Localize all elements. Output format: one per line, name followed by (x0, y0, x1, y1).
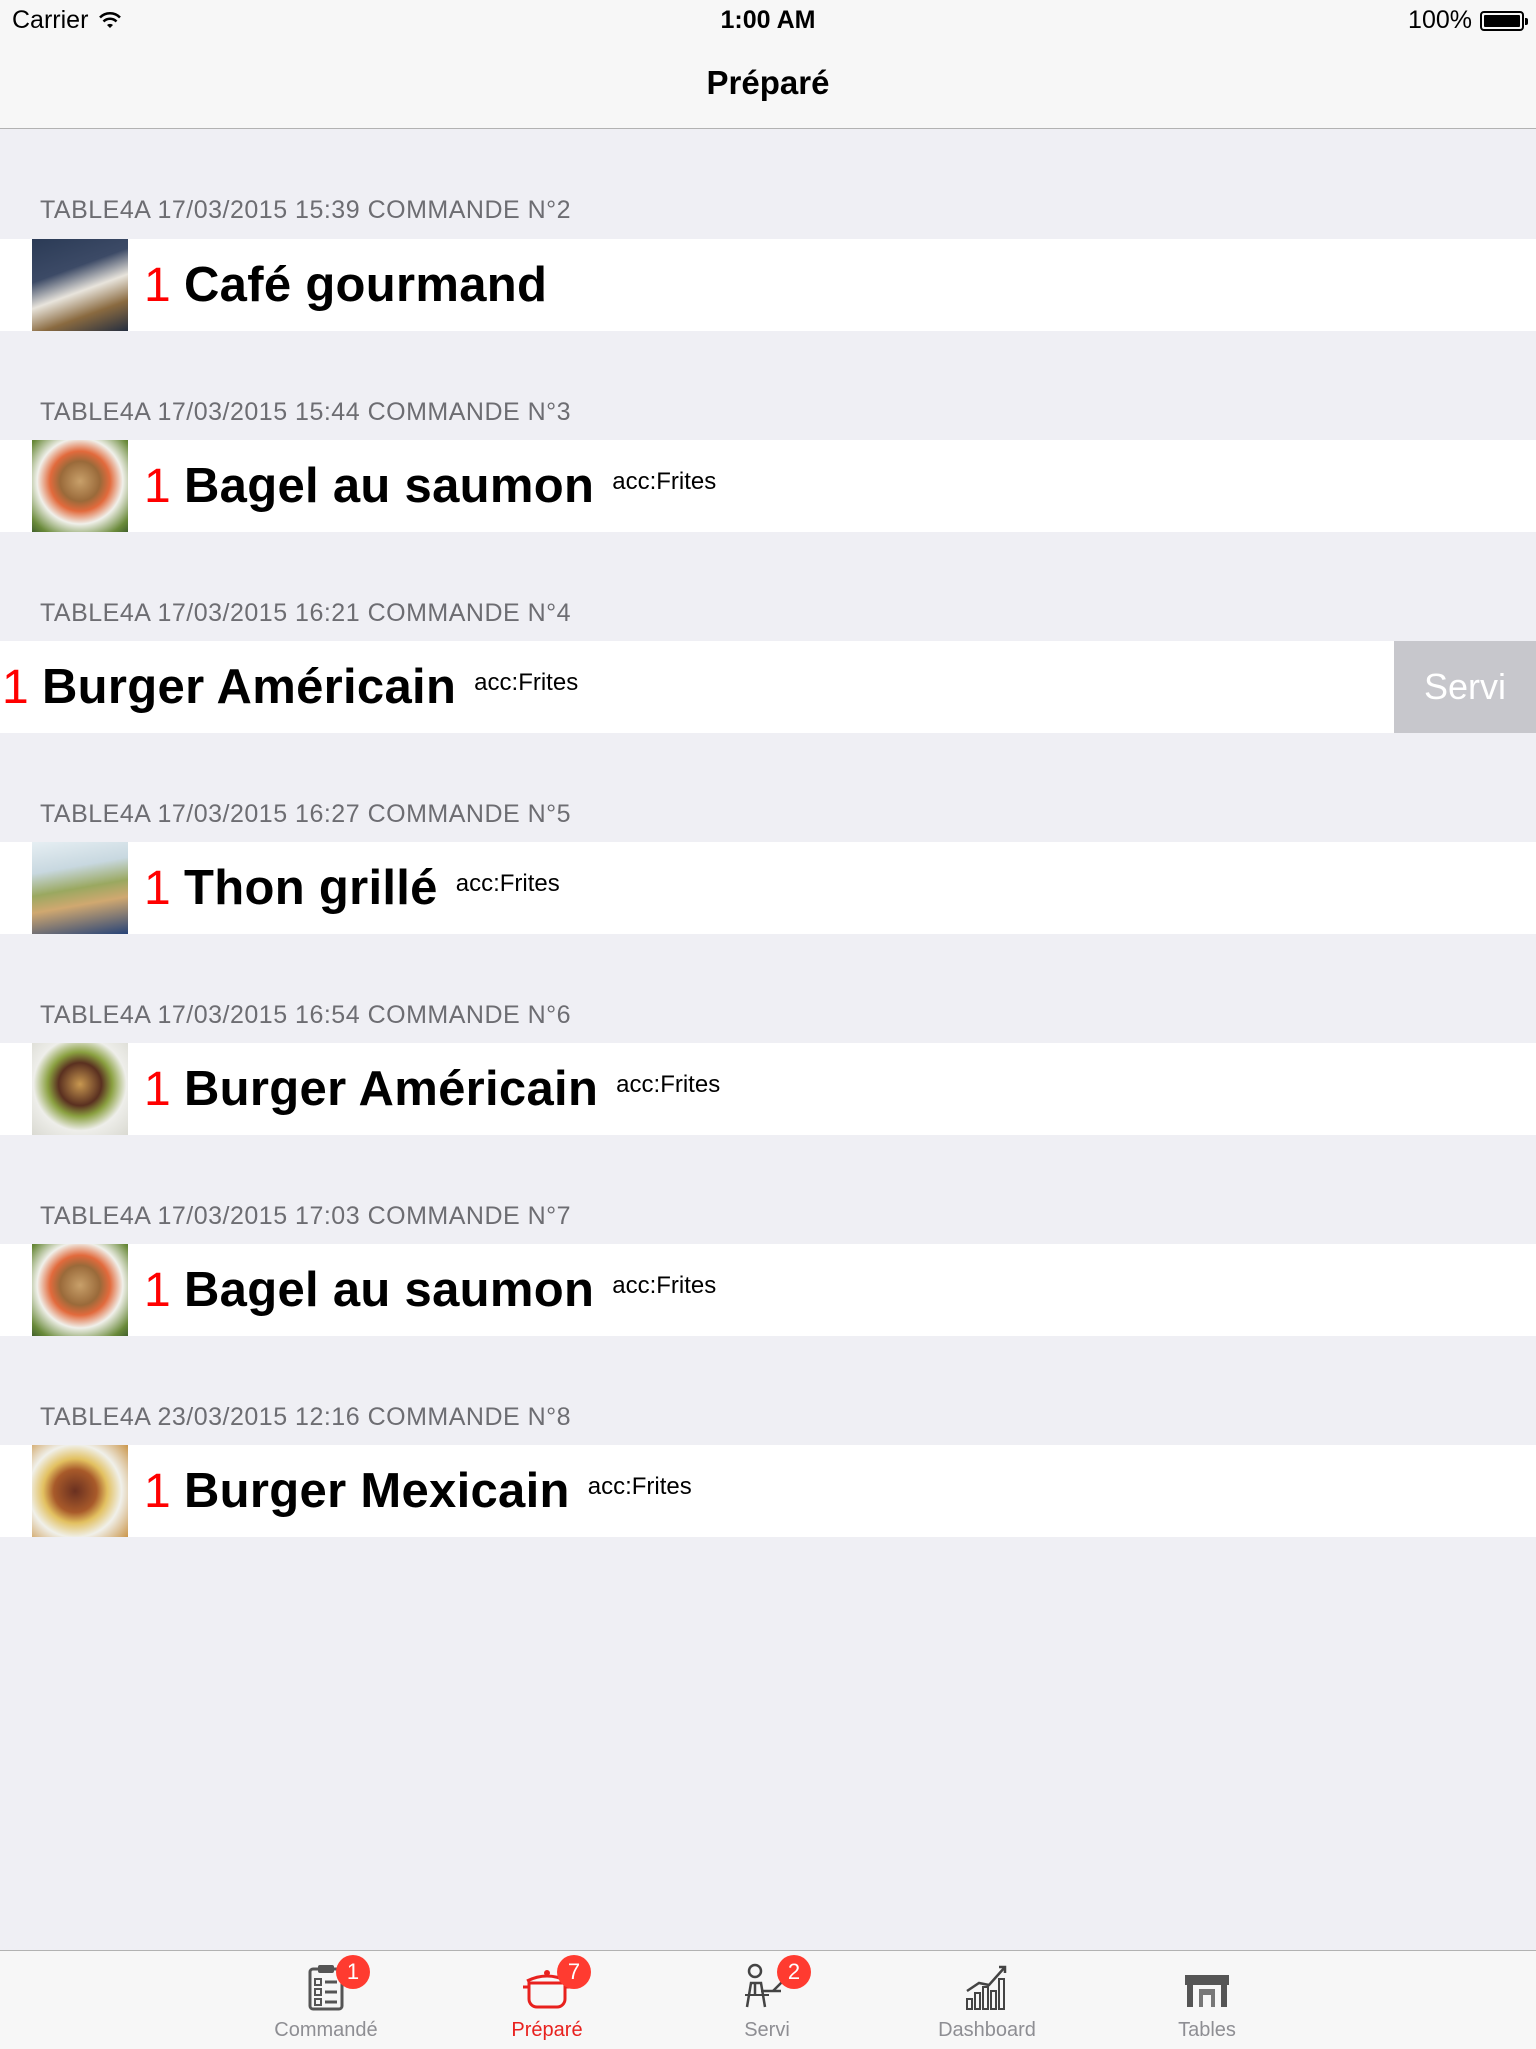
page-title: Préparé (706, 64, 830, 101)
order-row[interactable]: 1 Burger Mexicain acc:Frites (0, 1445, 1536, 1537)
quantity: 1 (144, 258, 171, 312)
order-section-header: TABLE4A 17/03/2015 17:03 COMMANDE N°7 (40, 1202, 572, 1230)
order-row[interactable]: 1 Thon grillé acc:Frites (0, 842, 1536, 934)
status-bar: Carrier 1:00 AM 100% (0, 0, 1536, 40)
order-section-header: TABLE4A 17/03/2015 16:27 COMMANDE N°5 (40, 800, 572, 828)
order-section-header: TABLE4A 17/03/2015 15:39 COMMANDE N°2 (40, 196, 572, 224)
accompaniment: acc:Frites (474, 669, 579, 696)
badge-commande: 1 (336, 1955, 370, 1989)
order-section-header: TABLE4A 17/03/2015 16:54 COMMANDE N°6 (40, 1001, 572, 1029)
order-row-content[interactable]: 1 Burger Mexicain acc:Frites (0, 1445, 1536, 1537)
dish-name: Burger Américain (184, 1062, 599, 1116)
order-row[interactable]: 1 Bagel au saumon acc:Frites (0, 1244, 1536, 1336)
burger-americain-photo (32, 1043, 128, 1135)
order-section-header: TABLE4A 17/03/2015 15:44 COMMANDE N°3 (40, 398, 572, 426)
accompaniment: acc:Frites (587, 1473, 692, 1500)
order-row[interactable]: 1 Café gourmand (0, 239, 1536, 331)
bar-chart-icon (961, 1961, 1013, 2013)
cooking-pot-icon: 7 (521, 1955, 591, 2013)
accompaniment: acc:Frites (616, 1071, 721, 1098)
quantity: 1 (144, 861, 171, 915)
order-row-content[interactable]: 1 Bagel au saumon acc:Frites (0, 1244, 1536, 1336)
burger-mexicain-photo (32, 1445, 128, 1537)
dish-name: Burger Américain (42, 660, 457, 714)
table-icon (1181, 1961, 1233, 2013)
accompaniment: acc:Frites (612, 468, 717, 495)
servi-button[interactable]: Servi (1394, 641, 1536, 733)
tab-commande[interactable]: 1 Commandé (246, 1955, 406, 2042)
navigation-bar: Préparé (0, 40, 1536, 129)
order-row-content[interactable]: 1 Burger Américain acc:Frites (0, 1043, 1536, 1135)
tab-label-servi: Servi (744, 2019, 790, 2041)
tab-label-commande: Commandé (274, 2019, 378, 2041)
order-row-content[interactable]: 1 Bagel au saumon acc:Frites (0, 440, 1536, 532)
badge-prepare: 7 (557, 1955, 591, 1989)
battery-icon (1480, 10, 1528, 31)
order-row-content[interactable]: 1 Café gourmand (0, 239, 1536, 331)
accompaniment: acc:Frites (612, 1272, 717, 1299)
tab-label-dashboard: Dashboard (938, 2019, 1036, 2041)
badge-servi: 2 (777, 1955, 811, 1989)
bagel-saumon-photo (32, 1244, 128, 1336)
order-row[interactable]: 1 Burger Américain acc:Frites (0, 1043, 1536, 1135)
dish-name: Café gourmand (184, 258, 548, 312)
quantity: 1 (144, 459, 171, 513)
tab-label-prepare: Préparé (511, 2019, 583, 2041)
tab-dashboard[interactable]: Dashboard (907, 1961, 1067, 2042)
accompaniment: acc:Frites (455, 870, 560, 897)
dish-name: Bagel au saumon (184, 1263, 595, 1317)
tab-label-tables: Tables (1178, 2019, 1236, 2041)
waiter-icon: 2 (741, 1955, 811, 2013)
order-section-header: TABLE4A 23/03/2015 12:16 COMMANDE N°8 (40, 1403, 572, 1431)
bagel-saumon-photo (32, 440, 128, 532)
tab-prepare[interactable]: 7 Préparé (467, 1955, 627, 2042)
order-row[interactable]: 1 Bagel au saumon acc:Frites (0, 440, 1536, 532)
order-list[interactable]: TABLE4A 17/03/2015 15:39 COMMANDE N°2 1 Ca… (0, 129, 1536, 1537)
thon-grille-photo (32, 842, 128, 934)
status-right: 100% (1408, 6, 1528, 35)
order-row[interactable]: 1 Burger Américain acc:Frites Servi (0, 641, 1536, 733)
tab-bar: 1 Commandé 7 Préparé 2 Servi Dashboard T… (0, 1950, 1536, 2049)
quantity: 1 (2, 660, 29, 714)
order-section-header: TABLE4A 17/03/2015 16:21 COMMANDE N°4 (40, 599, 572, 627)
quantity: 1 (144, 1464, 171, 1518)
order-row-content[interactable]: 1 Burger Américain acc:Frites (0, 641, 1394, 733)
quantity: 1 (144, 1263, 171, 1317)
clipboard-icon: 1 (300, 1955, 370, 2013)
cafe-gourmand-photo (32, 239, 128, 331)
dish-name: Bagel au saumon (184, 459, 595, 513)
status-time: 1:00 AM (720, 6, 816, 34)
battery-percent: 100% (1408, 6, 1472, 34)
tab-servi[interactable]: 2 Servi (687, 1955, 847, 2042)
dish-name: Burger Mexicain (184, 1464, 570, 1518)
tab-tables[interactable]: Tables (1127, 1961, 1287, 2042)
order-row-content[interactable]: 1 Thon grillé acc:Frites (0, 842, 1536, 934)
dish-name: Thon grillé (184, 861, 438, 915)
quantity: 1 (144, 1062, 171, 1116)
